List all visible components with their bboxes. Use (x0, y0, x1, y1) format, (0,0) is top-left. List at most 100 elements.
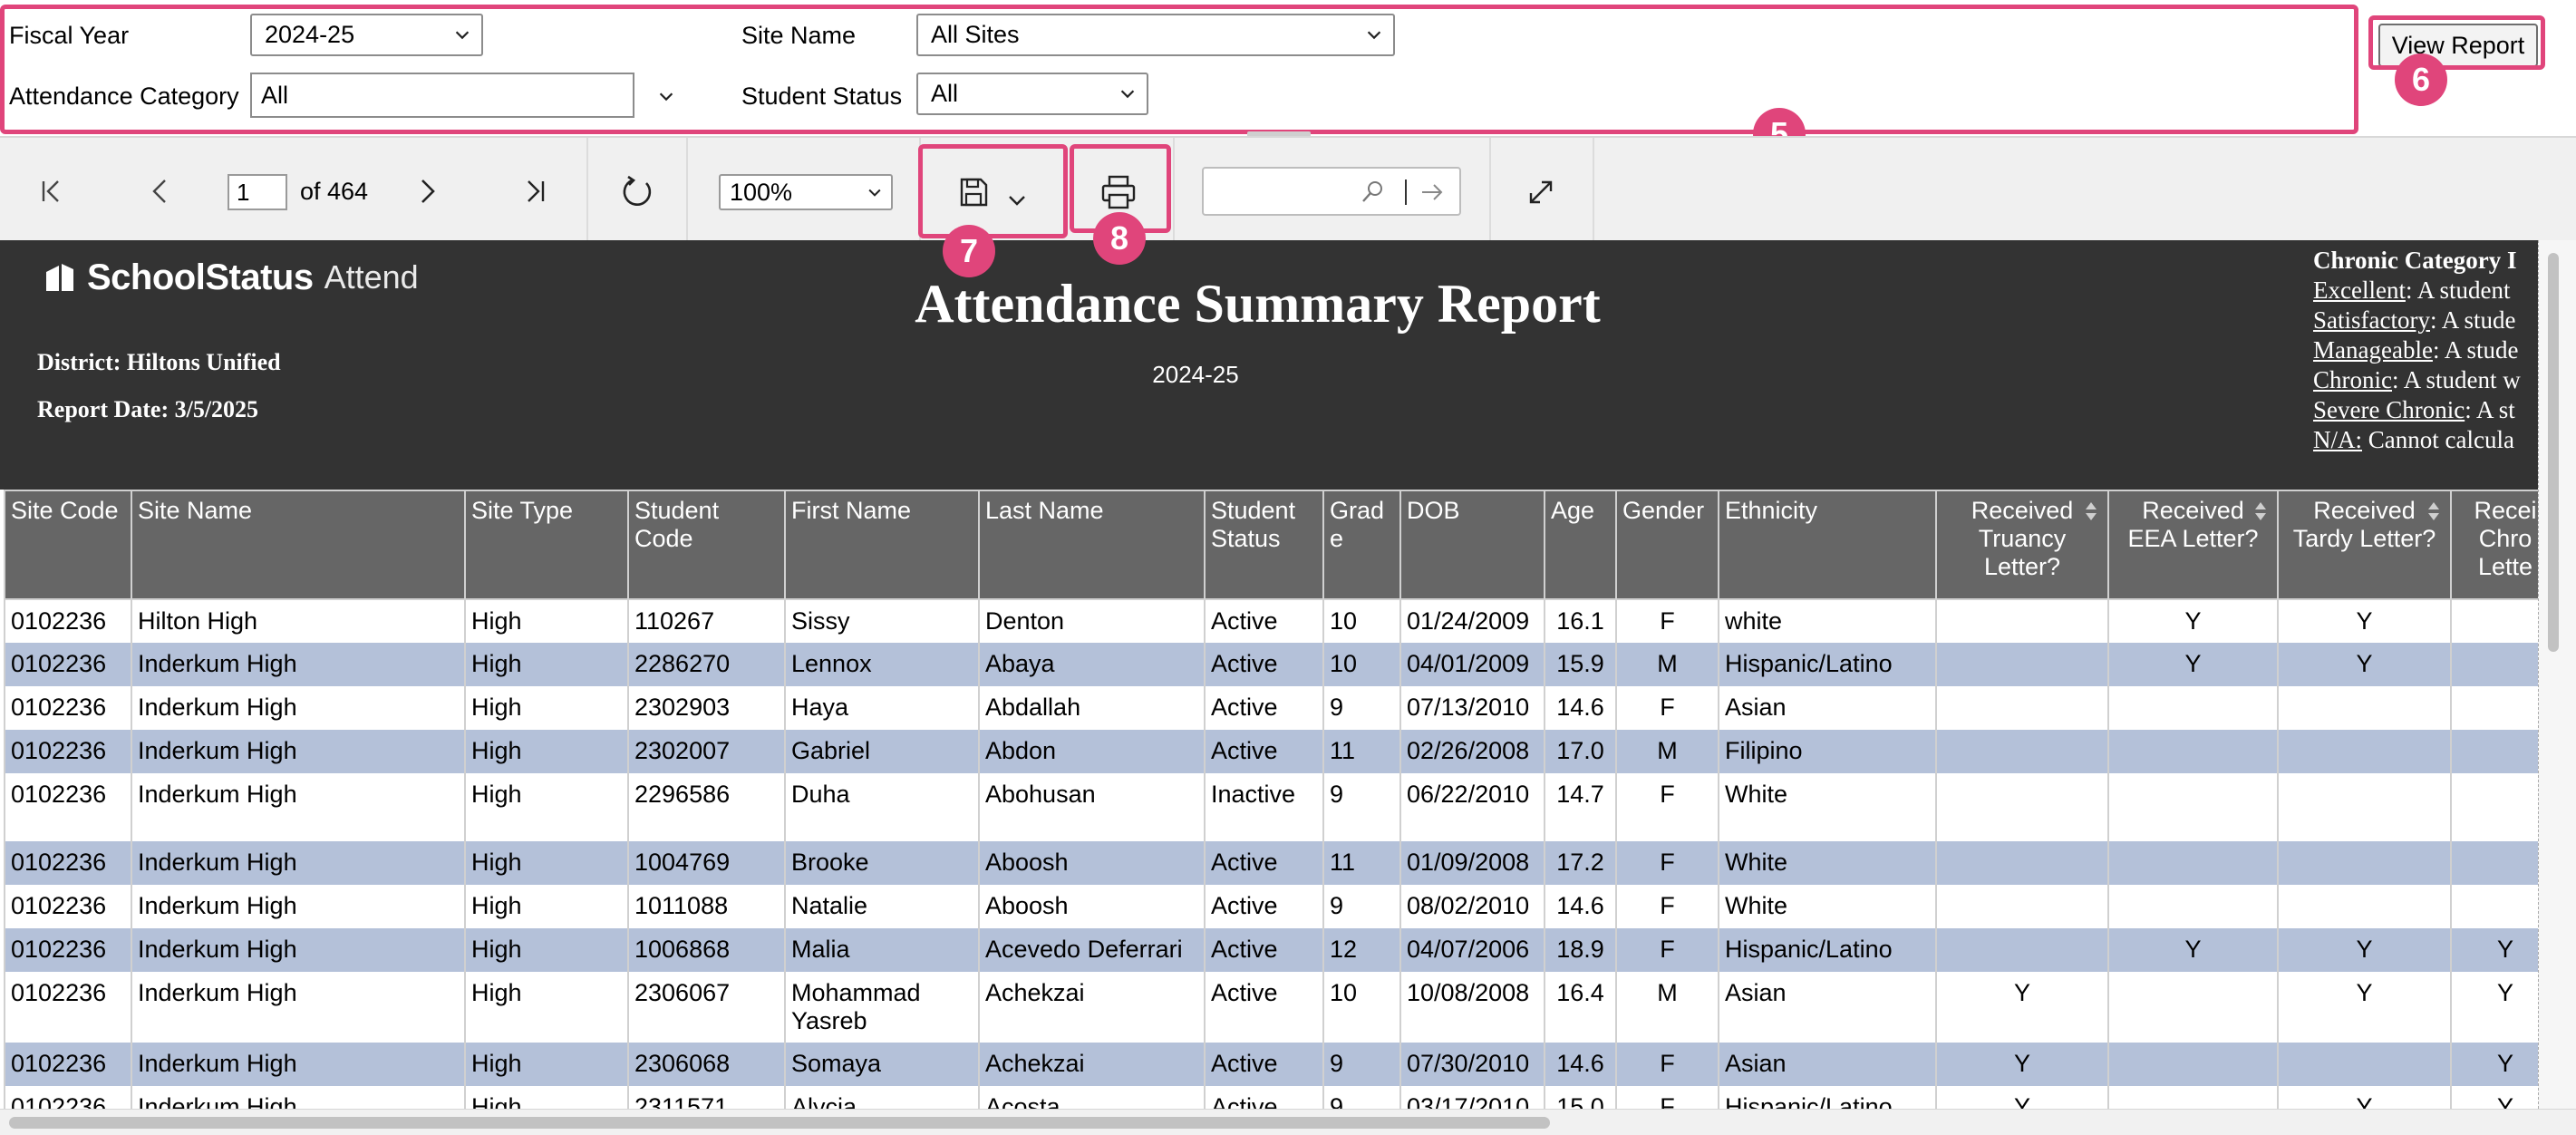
vertical-scrollbar[interactable] (2538, 240, 2576, 1109)
table-row: 0102236 Inderkum High High 1011088 Natalie Ab… (4, 885, 2561, 928)
table-cell: 14.6 (1544, 885, 1617, 928)
vertical-scrollbar-thumb[interactable] (2548, 253, 2559, 652)
last-page-icon[interactable] (521, 178, 548, 205)
table-cell: 06/22/2010 (1399, 773, 1545, 841)
table-cell: Asian (1718, 1043, 1937, 1086)
attendance-table-container: Site Code Site Name Site Type Student Co… (4, 490, 2576, 1130)
table-cell: F (1615, 885, 1719, 928)
find-text-input[interactable] (1202, 167, 1461, 216)
table-row: 0102236 Hilton High High 110267 Sissy Denton A… (4, 599, 2561, 643)
table-cell: High (464, 885, 629, 928)
legend-text: : A student (2405, 276, 2511, 304)
page-number-input[interactable]: 1 (228, 174, 287, 210)
column-header-label: Received Truancy Letter? (1971, 497, 2074, 580)
table-cell: 2306067 (627, 972, 786, 1043)
first-page-icon[interactable] (38, 178, 65, 205)
column-header: Site Code (4, 490, 132, 600)
find-next-icon[interactable] (1419, 179, 1445, 205)
table-cell: 14.6 (1544, 686, 1617, 730)
table-cell: 9 (1322, 1043, 1401, 1086)
student-status-label: Student Status (741, 82, 903, 110)
table-cell: Active (1204, 686, 1324, 730)
table-cell: Inderkum High (131, 643, 466, 686)
table-cell: 16.1 (1544, 599, 1617, 643)
attendance-category-label: Attendance Category (9, 82, 239, 110)
find-icon[interactable] (1360, 179, 1385, 205)
page-count-label: of 464 (300, 178, 369, 205)
table-cell: Gabriel (784, 730, 980, 773)
annotation-badge-8: 8 (1093, 212, 1146, 265)
student-status-select[interactable]: All (916, 73, 1148, 115)
horizontal-scrollbar[interactable] (0, 1109, 2576, 1135)
table-cell (2107, 1043, 2279, 1086)
horizontal-scrollbar-thumb[interactable] (9, 1117, 1550, 1129)
sort-icon[interactable] (2084, 500, 2098, 522)
district-label: District: Hiltons Unified (37, 349, 281, 375)
legend-term: Satisfactory (2313, 306, 2430, 334)
table-cell: 07/13/2010 (1399, 686, 1545, 730)
table-cell: Y (2277, 643, 2452, 686)
table-cell: Achekzai (978, 1043, 1206, 1086)
report-parameters-panel: Fiscal Year 2024-25 Site Name All Sites … (0, 0, 2576, 160)
table-cell: M (1615, 643, 1719, 686)
table-cell: Mohammad Yasreb (784, 972, 980, 1043)
table-cell: 9 (1322, 773, 1401, 841)
zoom-select[interactable]: 100% (719, 174, 893, 210)
student-status-value: All (931, 80, 959, 107)
site-name-select[interactable]: All Sites (916, 14, 1395, 56)
table-cell: 0102236 (4, 599, 132, 643)
table-cell: High (464, 841, 629, 885)
save-icon[interactable] (958, 177, 989, 208)
table-cell: High (464, 730, 629, 773)
table-cell: Active (1204, 972, 1324, 1043)
next-page-icon[interactable] (413, 178, 441, 205)
print-icon[interactable] (1100, 174, 1137, 210)
refresh-icon[interactable] (619, 174, 655, 210)
table-cell: Y (1935, 972, 2109, 1043)
legend-term: Chronic (2313, 366, 2392, 393)
table-cell (2107, 841, 2279, 885)
table-cell: Malia (784, 928, 980, 972)
table-cell: Aboosh (978, 841, 1206, 885)
table-cell: white (1718, 599, 1937, 643)
column-header-label: Received Tardy Letter? (2292, 497, 2436, 552)
table-row: 0102236 Inderkum High High 1004769 Brooke Abo… (4, 841, 2561, 885)
table-cell (1935, 599, 2109, 643)
attendance-category-dropdown-icon[interactable] (656, 86, 676, 106)
table-cell: Active (1204, 885, 1324, 928)
fiscal-year-select[interactable]: 2024-25 (250, 14, 483, 56)
table-row: 0102236 Inderkum High High 1006868 Malia Acev… (4, 928, 2561, 972)
column-header-sortable[interactable]: Received Tardy Letter? (2277, 490, 2452, 600)
toolbar-divider (586, 138, 588, 242)
table-cell: Y (2277, 928, 2452, 972)
table-cell: 04/07/2006 (1399, 928, 1545, 972)
table-cell: Y (2107, 643, 2279, 686)
table-cell: Hispanic/Latino (1718, 643, 1937, 686)
find-divider (1405, 179, 1407, 205)
table-cell: High (464, 686, 629, 730)
table-cell: Sissy (784, 599, 980, 643)
table-cell: Y (2277, 599, 2452, 643)
table-cell: M (1615, 972, 1719, 1043)
column-header-sortable[interactable]: Received EEA Letter? (2107, 490, 2279, 600)
table-cell: F (1615, 686, 1719, 730)
table-cell: Denton (978, 599, 1206, 643)
table-cell: Asian (1718, 686, 1937, 730)
table-cell: White (1718, 841, 1937, 885)
table-cell: 08/02/2010 (1399, 885, 1545, 928)
table-cell: High (464, 972, 629, 1043)
attendance-category-input[interactable]: All (250, 73, 634, 118)
table-cell (2277, 773, 2452, 841)
table-cell: Active (1204, 1043, 1324, 1086)
fullscreen-icon[interactable] (1526, 178, 1555, 207)
column-header-sortable[interactable]: Received Truancy Letter? (1935, 490, 2109, 600)
export-dropdown-chevron-icon[interactable] (1006, 189, 1028, 211)
table-cell: Abdon (978, 730, 1206, 773)
previous-page-icon[interactable] (147, 178, 174, 205)
chevron-down-icon (455, 31, 470, 40)
column-header-label: Received EEA Letter? (2127, 497, 2259, 552)
table-cell: 11 (1322, 730, 1401, 773)
sort-icon[interactable] (2426, 500, 2441, 522)
report-viewport[interactable]: SchoolStatus Attend Attendance Summary R… (0, 240, 2576, 1135)
sort-icon[interactable] (2253, 500, 2268, 522)
